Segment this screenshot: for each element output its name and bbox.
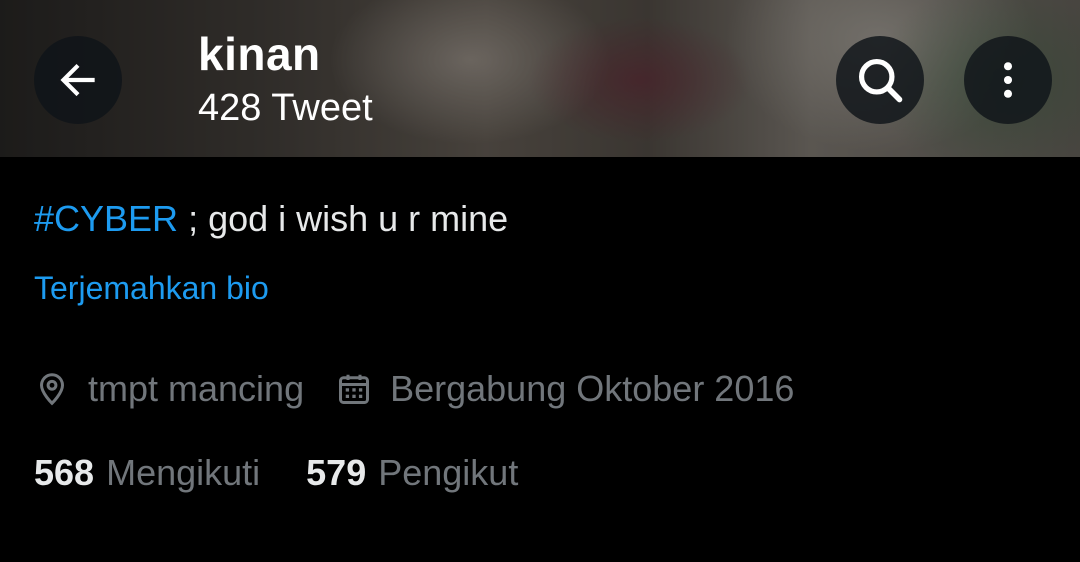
profile-bio: #CYBER ; god i wish u r mine	[34, 198, 508, 240]
followers-link[interactable]: 579 Pengikut	[306, 452, 518, 494]
calendar-icon	[339, 374, 370, 404]
search-button[interactable]	[836, 36, 924, 124]
joined-date-info: Bergabung Oktober 2016	[336, 368, 794, 410]
tweet-count: 428 Tweet	[198, 87, 373, 129]
back-button[interactable]	[34, 36, 122, 124]
translate-bio-link[interactable]: Terjemahkan bio	[34, 270, 269, 307]
following-link[interactable]: 568 Mengikuti	[34, 452, 260, 494]
location-pin-icon	[39, 373, 65, 406]
following-label: Mengikuti	[106, 452, 261, 493]
profile-header: kinan 428 Tweet	[0, 0, 1080, 157]
followers-count: 579	[306, 452, 367, 493]
arrow-left-icon	[60, 63, 95, 97]
search-icon	[858, 58, 903, 103]
bio-hashtag-link[interactable]: #CYBER	[34, 198, 178, 239]
bio-text: ; god i wish u r mine	[178, 198, 509, 239]
profile-display-name: kinan	[198, 28, 321, 80]
more-options-button[interactable]	[964, 36, 1052, 124]
followers-label: Pengikut	[378, 452, 519, 493]
location-text: tmpt mancing	[88, 368, 305, 409]
joined-date-text: Bergabung Oktober 2016	[390, 368, 795, 409]
more-vertical-icon	[1003, 62, 1013, 98]
profile-meta-row: tmpt mancing Bergabung Oktober 2016	[34, 368, 794, 410]
location-info: tmpt mancing	[34, 368, 304, 410]
following-count: 568	[34, 452, 95, 493]
header-title-block: kinan 428 Tweet	[198, 26, 373, 132]
follow-stats: 568 Mengikuti 579 Pengikut	[34, 452, 518, 494]
